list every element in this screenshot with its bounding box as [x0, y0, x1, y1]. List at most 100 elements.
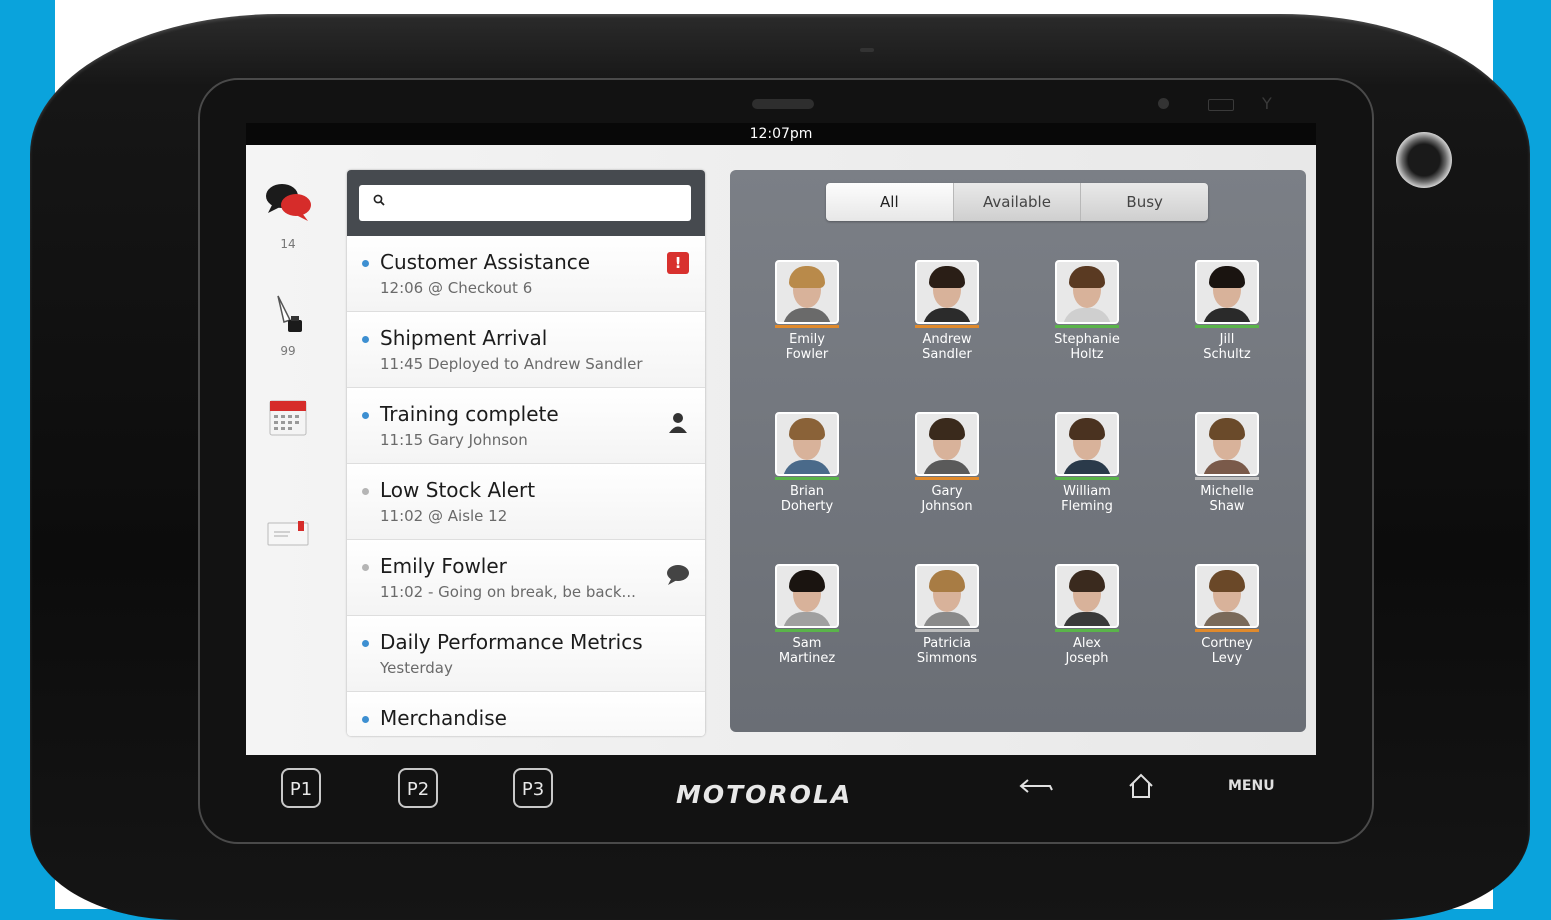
contact-card[interactable]: Patricia Simmons: [892, 564, 1002, 666]
presence-status-bar: [1195, 477, 1259, 480]
message-item[interactable]: Emily Fowler 11:02 - Going on break, be b…: [347, 540, 705, 616]
message-title: Daily Performance Metrics: [380, 630, 643, 654]
contact-name: Jill Schultz: [1172, 332, 1282, 362]
contact-name: Gary Johnson: [892, 484, 1002, 514]
led-indicator-icon: [1158, 98, 1169, 109]
home-icon: [1129, 773, 1153, 798]
unread-dot-icon: [362, 260, 369, 267]
message-title: Training complete: [380, 402, 559, 426]
status-time: 12:07pm: [749, 126, 813, 142]
p3-button[interactable]: P3: [513, 768, 553, 808]
sidebar-item-mail[interactable]: [264, 515, 312, 555]
contact-name: Cortney Levy: [1172, 636, 1282, 666]
message-subtitle: 11:15 Gary Johnson: [380, 431, 528, 449]
contact-name: Sam Martinez: [752, 636, 862, 666]
presence-status-bar: [915, 325, 979, 328]
sidebar-item-messages[interactable]: [264, 181, 312, 229]
top-camera-icon: [860, 48, 874, 52]
contact-first-name: Michelle: [1200, 484, 1254, 499]
contact-first-name: Cortney: [1201, 636, 1253, 651]
contact-last-name: Martinez: [778, 651, 836, 666]
message-title: Low Stock Alert: [380, 478, 536, 502]
back-button[interactable]: [1018, 772, 1054, 804]
contact-card[interactable]: Michelle Shaw: [1172, 412, 1282, 514]
battery-indicator-icon: [1208, 99, 1234, 111]
contacts-panel: All Available Busy Emily Fowler Andrew Sand…: [730, 170, 1306, 732]
contact-last-name: Joseph: [1065, 651, 1109, 666]
contact-card[interactable]: Cortney Levy: [1172, 564, 1282, 666]
tablet-device: Y 12:07pm 14 99 Customer Assistance 12:0…: [0, 0, 1551, 920]
contact-name: William Fleming: [1032, 484, 1142, 514]
unread-dot-icon: [362, 336, 369, 343]
message-item[interactable]: Customer Assistance 12:06 @ Checkout 6!: [347, 236, 705, 312]
message-title: Merchandise: [380, 706, 507, 730]
contact-card[interactable]: William Fleming: [1032, 412, 1142, 514]
search-icon: [373, 194, 385, 206]
contact-last-name: Fowler: [785, 347, 829, 362]
contact-first-name: Stephanie: [1054, 332, 1120, 347]
message-item[interactable]: Merchandise: [347, 692, 705, 736]
contact-last-name: Levy: [1211, 651, 1243, 666]
status-bar: 12:07pm: [246, 123, 1316, 145]
presence-status-bar: [1055, 477, 1119, 480]
message-title: Emily Fowler: [380, 554, 507, 578]
tab-busy[interactable]: Busy: [1080, 183, 1208, 221]
avatar: [775, 260, 839, 324]
presence-status-bar: [915, 477, 979, 480]
message-subtitle: Yesterday: [380, 659, 453, 677]
contact-card[interactable]: Brian Doherty: [752, 412, 862, 514]
alert-badge-icon: !: [667, 252, 689, 274]
contact-card[interactable]: Gary Johnson: [892, 412, 1002, 514]
screen: 12:07pm 14 99 Customer Assistance 12:06 …: [246, 123, 1316, 755]
p2-button[interactable]: P2: [398, 768, 438, 808]
antenna-icon: Y: [1262, 94, 1272, 113]
contact-name: Emily Fowler: [752, 332, 862, 362]
message-subtitle: 11:02 - Going on break, be back...: [380, 583, 636, 601]
contact-card[interactable]: Sam Martinez: [752, 564, 862, 666]
contact-last-name: Doherty: [780, 499, 834, 514]
avatar: [1195, 260, 1259, 324]
contact-last-name: Schultz: [1203, 347, 1251, 362]
message-title: Customer Assistance: [380, 250, 591, 274]
status-filter: All Available Busy: [826, 183, 1208, 221]
tab-all[interactable]: All: [826, 183, 953, 221]
chat-bubbles-icon: [266, 184, 311, 221]
sidebar-tasks-count: 99: [280, 344, 296, 358]
contact-card[interactable]: Alex Joseph: [1032, 564, 1142, 666]
message-subtitle: 12:06 @ Checkout 6: [380, 279, 533, 297]
message-subtitle: 11:02 @ Aisle 12: [380, 507, 508, 525]
contact-name: Michelle Shaw: [1172, 484, 1282, 514]
sidebar-item-calendar[interactable]: [264, 395, 312, 443]
message-item[interactable]: Training complete 11:15 Gary Johnson: [347, 388, 705, 464]
contact-name: Alex Joseph: [1032, 636, 1142, 666]
p1-button[interactable]: P1: [281, 768, 321, 808]
unread-dot-icon: [362, 640, 369, 647]
tab-available[interactable]: Available: [952, 183, 1081, 221]
sidebar-item-tasks[interactable]: [264, 290, 312, 342]
envelope-icon: [267, 521, 309, 546]
contact-card[interactable]: Andrew Sandler: [892, 260, 1002, 362]
sidebar-messages-count: 14: [280, 237, 296, 251]
brand-logo: MOTOROLA: [676, 780, 853, 809]
contact-first-name: William: [1063, 484, 1111, 499]
contact-card[interactable]: Jill Schultz: [1172, 260, 1282, 362]
scanner-button[interactable]: [1396, 132, 1452, 188]
presence-status-bar: [775, 325, 839, 328]
contact-first-name: Andrew: [922, 332, 972, 347]
contact-card[interactable]: Emily Fowler: [752, 260, 862, 362]
message-item[interactable]: Shipment Arrival 11:45 Deployed to Andrew…: [347, 312, 705, 388]
message-item[interactable]: Low Stock Alert 11:02 @ Aisle 12: [347, 464, 705, 540]
message-item[interactable]: Daily Performance Metrics Yesterday: [347, 616, 705, 692]
message-subtitle: 11:45 Deployed to Andrew Sandler: [380, 355, 643, 373]
search-input[interactable]: [359, 185, 691, 221]
contact-last-name: Shaw: [1209, 499, 1245, 514]
contact-card[interactable]: Stephanie Holtz: [1032, 260, 1142, 362]
avatar: [1055, 564, 1119, 628]
contact-name: Stephanie Holtz: [1032, 332, 1142, 362]
avatar: [1055, 260, 1119, 324]
unread-dot-icon: [362, 716, 369, 723]
menu-button[interactable]: MENU: [1228, 778, 1275, 794]
app-sidebar: 14 99: [246, 145, 336, 755]
avatar: [775, 564, 839, 628]
home-button[interactable]: [1126, 772, 1156, 804]
